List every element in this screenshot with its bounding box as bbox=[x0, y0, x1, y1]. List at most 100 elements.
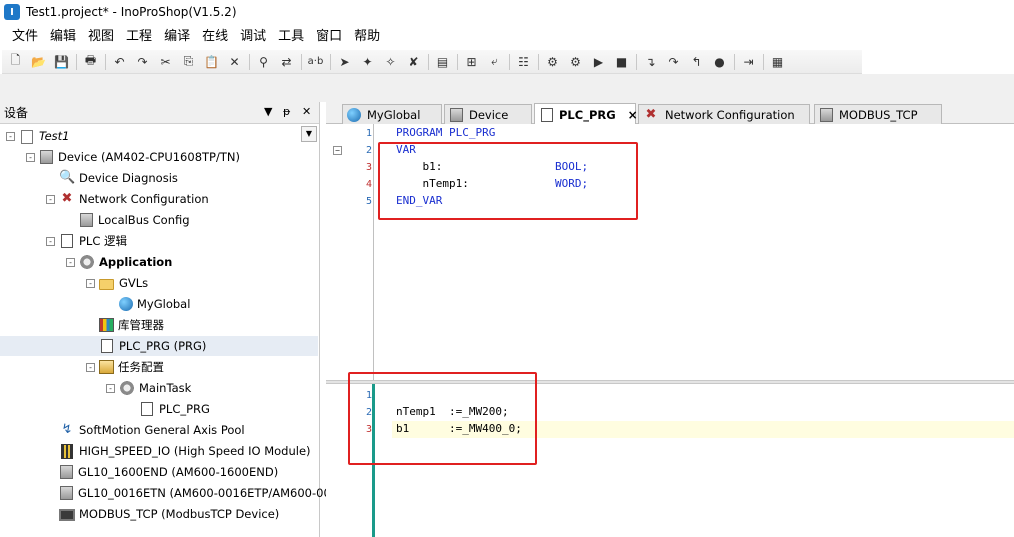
undo-icon[interactable]: ↶ bbox=[110, 53, 129, 71]
build-icon[interactable]: ➤ bbox=[335, 53, 354, 71]
add-object-icon[interactable]: ⊞ bbox=[462, 53, 481, 71]
copy-icon[interactable]: ⎘ bbox=[179, 53, 198, 71]
collapse-icon[interactable]: - bbox=[66, 257, 75, 267]
ab-icon[interactable]: a·b bbox=[306, 53, 325, 71]
device-icon bbox=[40, 150, 53, 164]
insert-icon[interactable]: ⤶ bbox=[485, 53, 504, 71]
replace-icon[interactable]: ⇄ bbox=[277, 53, 296, 71]
start-icon[interactable]: ▶ bbox=[589, 53, 608, 71]
code-line[interactable]: nTemp1 :=_MW200; bbox=[396, 405, 509, 418]
open-icon[interactable]: 📂 bbox=[29, 53, 48, 71]
tree-item-label: MyGlobal bbox=[137, 297, 191, 311]
run-to-cursor-icon[interactable]: ⇥ bbox=[739, 53, 758, 71]
code-text: PROGRAM PLC_PRG bbox=[396, 126, 496, 139]
collapse-icon[interactable]: - bbox=[86, 278, 95, 288]
watch-icon[interactable]: ▦ bbox=[768, 53, 787, 71]
collapse-icon[interactable]: - bbox=[106, 383, 115, 393]
tab-plc-prg[interactable]: PLC_PRG × bbox=[534, 103, 638, 125]
build-all-icon[interactable]: ✧ bbox=[381, 53, 400, 71]
print-icon[interactable]: 🖶 bbox=[81, 53, 100, 71]
tree-item[interactable]: MyGlobal bbox=[106, 294, 190, 314]
menu-view[interactable]: 视图 bbox=[82, 27, 120, 47]
tree-item[interactable]: GL10_1600END (AM600-1600END) bbox=[46, 462, 278, 482]
tab-modbus-tcp[interactable]: MODBUS_TCP bbox=[814, 104, 942, 124]
tree-item[interactable]: - PLC 逻辑 bbox=[46, 231, 127, 251]
breakpoint-icon[interactable]: ● bbox=[710, 53, 729, 71]
tree-item[interactable]: - 任务配置 bbox=[86, 357, 164, 377]
collapse-icon[interactable]: - bbox=[46, 194, 55, 204]
line-number: 2 bbox=[365, 407, 372, 418]
tree-item[interactable]: LocalBus Config bbox=[66, 210, 190, 230]
collapse-icon[interactable]: - bbox=[86, 362, 95, 372]
code-line[interactable]: b1: BOOL; bbox=[396, 160, 588, 173]
menu-help[interactable]: 帮助 bbox=[348, 27, 386, 47]
collapse-icon[interactable]: - bbox=[26, 152, 35, 162]
tab-close-icon[interactable]: × bbox=[628, 108, 638, 122]
tree-dropdown-icon[interactable]: ▼ bbox=[301, 126, 317, 142]
axis-pool-icon: ↯ bbox=[61, 422, 73, 437]
clean-icon[interactable]: ✘ bbox=[404, 53, 423, 71]
collapse-icon[interactable]: - bbox=[6, 131, 15, 141]
menu-online[interactable]: 在线 bbox=[196, 27, 234, 47]
step-over-icon[interactable]: ↷ bbox=[664, 53, 683, 71]
tree-item[interactable]: - Test1 bbox=[6, 126, 70, 146]
select-all-icon[interactable]: ☷ bbox=[514, 53, 533, 71]
code-line[interactable]: nTemp1: WORD; bbox=[396, 177, 588, 190]
code-line[interactable]: b1 :=_MW400_0; bbox=[396, 422, 522, 435]
menu-edit[interactable]: 编辑 bbox=[44, 27, 82, 47]
tree-item-label: MainTask bbox=[139, 381, 192, 395]
redo-icon[interactable]: ↷ bbox=[133, 53, 152, 71]
menu-window[interactable]: 窗口 bbox=[310, 27, 348, 47]
tab-network-configuration[interactable]: ✖ Network Configuration bbox=[638, 104, 810, 124]
step-into-icon[interactable]: ↴ bbox=[641, 53, 660, 71]
new-icon[interactable]: 🗋 bbox=[6, 53, 25, 71]
cut-icon[interactable]: ✂ bbox=[156, 53, 175, 71]
code-line[interactable]: VAR bbox=[396, 143, 416, 156]
code-line[interactable]: END_VAR bbox=[396, 194, 442, 207]
tree-item[interactable]: - Application bbox=[66, 252, 172, 272]
tree-item[interactable]: 库管理器 bbox=[86, 315, 164, 335]
menu-project[interactable]: 工程 bbox=[120, 27, 158, 47]
tab-myglobal[interactable]: MyGlobal bbox=[342, 104, 442, 124]
tree-item-label: 库管理器 bbox=[118, 318, 164, 332]
paste-icon[interactable]: 📋 bbox=[202, 53, 221, 71]
module-icon bbox=[60, 465, 73, 479]
declaration-editor[interactable]: − 1 PROGRAM PLC_PRG 2 VAR 3 b1: BOOL; 4 nTemp… bbox=[326, 124, 1014, 380]
collapse-icon[interactable]: - bbox=[46, 236, 55, 246]
tree-item[interactable]: HIGH_SPEED_IO (High Speed IO Module) bbox=[46, 441, 311, 461]
tree-item[interactable]: GL10_0016ETN (AM600-0016ETP/AM600-0016ET… bbox=[46, 483, 373, 503]
rebuild-icon[interactable]: ✦ bbox=[358, 53, 377, 71]
tree-item[interactable]: - GVLs bbox=[86, 273, 148, 293]
editor-tab-bar: MyGlobal Device PLC_PRG × ✖ Network Configura… bbox=[326, 102, 1014, 125]
login-icon[interactable]: ⚙ bbox=[543, 53, 562, 71]
menu-file[interactable]: 文件 bbox=[6, 27, 44, 47]
tree-item-label: PLC_PRG (PRG) bbox=[119, 339, 207, 353]
delete-icon[interactable]: ✕ bbox=[225, 53, 244, 71]
menu-build[interactable]: 编译 bbox=[158, 27, 196, 47]
menu-tools[interactable]: 工具 bbox=[272, 27, 310, 47]
code-text: nTemp1: bbox=[396, 177, 555, 190]
tree-item[interactable]: - Device (AM402-CPU1608TP/TN) bbox=[26, 147, 240, 167]
tree-item[interactable]: MODBUS_TCP (ModbusTCP Device) bbox=[46, 504, 279, 524]
tab-device[interactable]: Device bbox=[444, 104, 532, 124]
tree-item[interactable]: 🔍 Device Diagnosis bbox=[46, 168, 178, 188]
tree-item[interactable]: - MainTask bbox=[106, 378, 191, 398]
panel-menu-icon[interactable]: ▼ bbox=[264, 105, 272, 118]
tree-item[interactable]: PLC_PRG bbox=[126, 399, 210, 419]
tree-item[interactable]: ↯ SoftMotion General Axis Pool bbox=[46, 420, 245, 440]
close-icon[interactable]: ✕ bbox=[302, 105, 311, 118]
tree-item[interactable]: PLC_PRG (PRG) bbox=[0, 336, 318, 356]
device-icon[interactable]: ▤ bbox=[433, 53, 452, 71]
stop-icon[interactable]: ■ bbox=[612, 53, 631, 71]
tree-item[interactable]: - ✖ Network Configuration bbox=[46, 189, 209, 209]
find-icon[interactable]: ⚲ bbox=[254, 53, 273, 71]
save-icon[interactable]: 💾 bbox=[52, 53, 71, 71]
tree-item-label: Test1 bbox=[39, 129, 70, 143]
implementation-editor[interactable]: 1 2 nTemp1 :=_MW200; 3 b1 :=_MW400_0; bbox=[326, 372, 1014, 537]
menu-debug[interactable]: 调试 bbox=[234, 27, 272, 47]
code-line[interactable]: PROGRAM PLC_PRG bbox=[396, 126, 495, 139]
fold-toggle-icon[interactable]: − bbox=[333, 146, 342, 155]
logout-icon[interactable]: ⚙ bbox=[566, 53, 585, 71]
pin-icon[interactable]: ᵽ bbox=[283, 105, 290, 118]
step-out-icon[interactable]: ↰ bbox=[687, 53, 706, 71]
